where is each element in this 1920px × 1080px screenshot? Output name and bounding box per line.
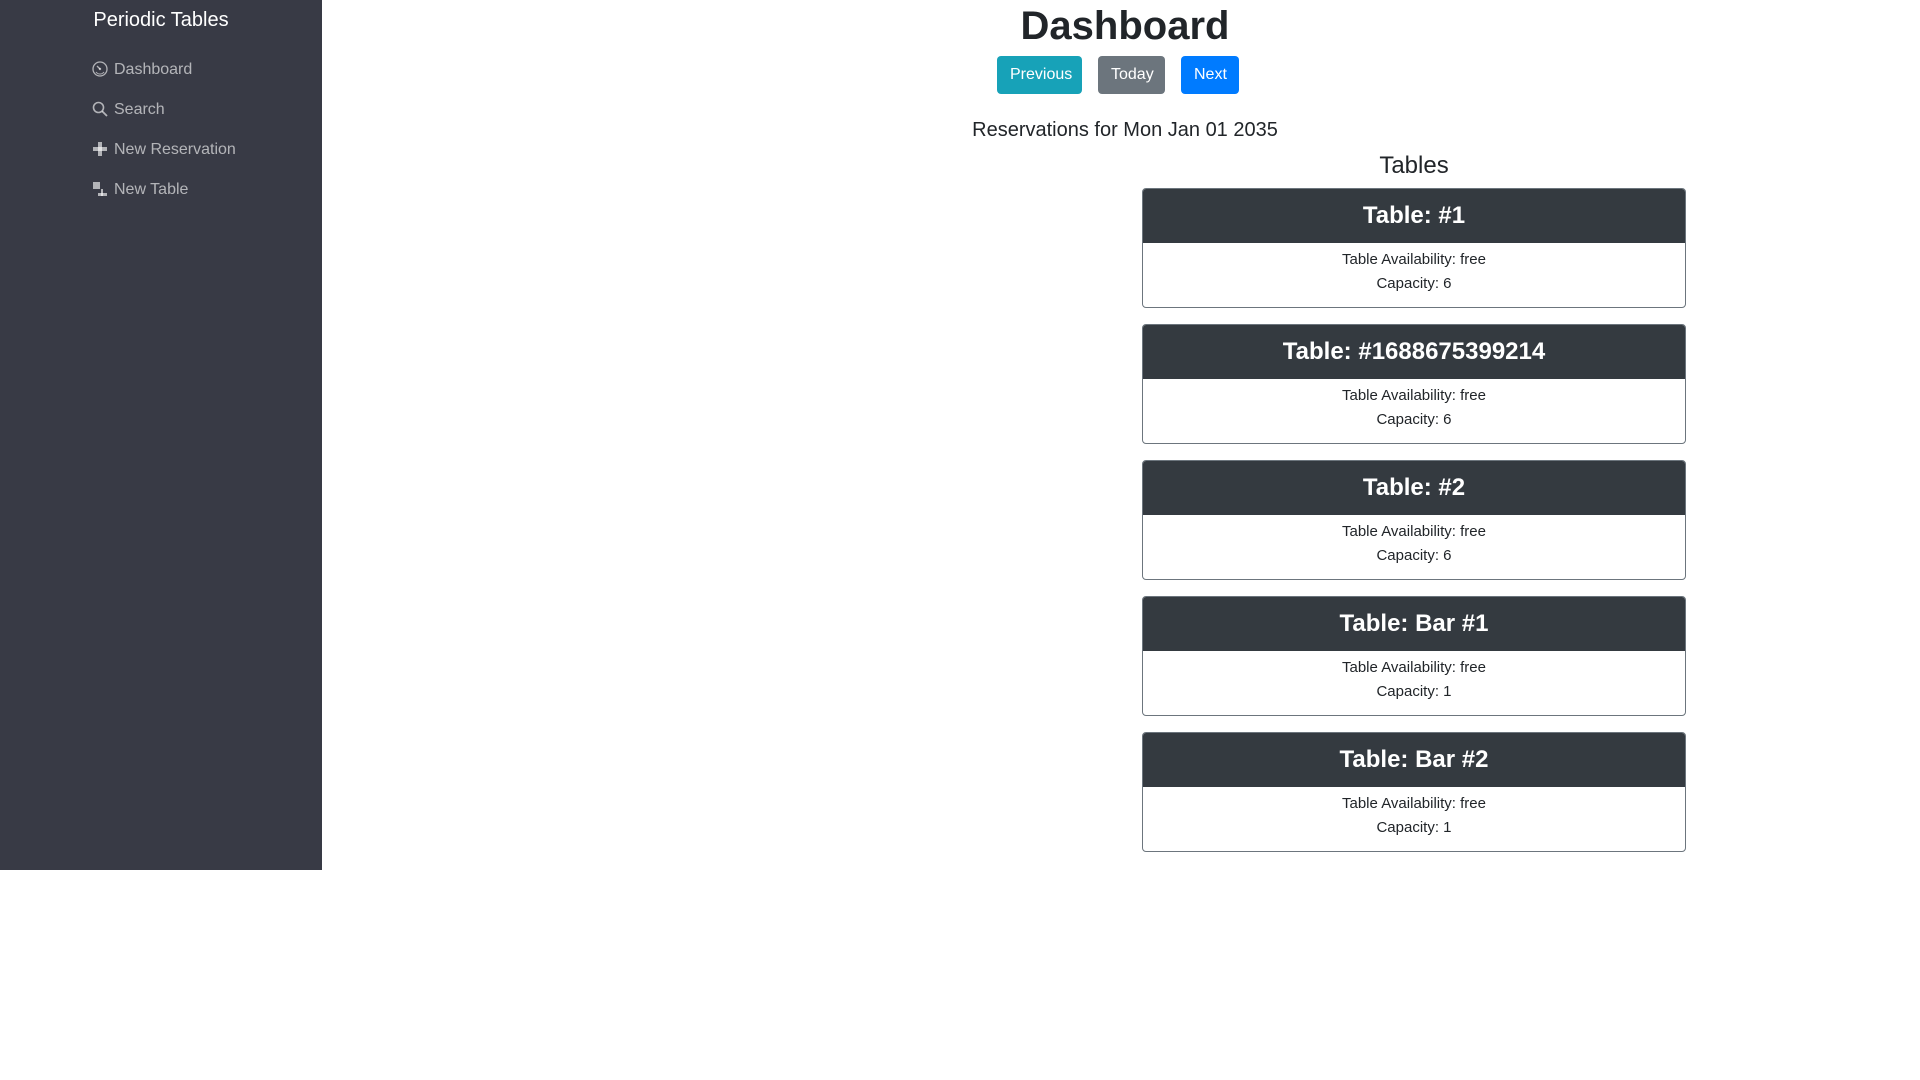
date-navigation: Previous Today Next [997,56,1255,94]
sidebar-item-dashboard[interactable]: Dashboard [92,50,236,90]
table-capacity: Capacity: 1 [1376,819,1452,836]
sidebar-nav: Dashboard Search New Reservation New Tab… [92,50,236,210]
page-title: Dashboard [1020,4,1230,48]
tables-list: Table: #1 Table Availability: free Capac… [1142,188,1686,868]
sidebar-item-label: New Reservation [114,141,236,158]
main-content: Dashboard Previous Today Next Reservatio… [322,0,1920,1080]
search-icon [92,101,110,119]
table-details: Table Availability: free Capacity: 1 [1143,651,1685,715]
sidebar: Periodic Tables Dashboard Search New Res… [0,0,322,870]
table-details: Table Availability: free Capacity: 1 [1143,787,1685,851]
table-details: Table Availability: free Capacity: 6 [1143,243,1685,307]
table-availability: Table Availability: free [1342,659,1486,676]
reservations-heading: Reservations for Mon Jan 01 2035 [972,119,1278,141]
table-card: Table: #1688675399214 Table Availability… [1142,324,1686,444]
table-availability: Table Availability: free [1342,795,1486,812]
dashboard-icon [92,61,110,79]
sidebar-item-label: New Table [114,181,189,198]
sidebar-item-label: Search [114,101,165,118]
sidebar-item-search[interactable]: Search [92,90,236,130]
table-details: Table Availability: free Capacity: 6 [1143,379,1685,443]
plus-icon [92,141,110,159]
table-name: Table: #1 [1143,189,1685,243]
table-name: Table: Bar #2 [1143,733,1685,787]
table-capacity: Capacity: 6 [1376,275,1452,292]
table-capacity: Capacity: 6 [1376,547,1452,564]
table-name: Table: #2 [1143,461,1685,515]
previous-button[interactable]: Previous [997,56,1082,94]
table-availability: Table Availability: free [1342,387,1486,404]
table-card: Table: Bar #2 Table Availability: free C… [1142,732,1686,852]
table-name: Table: Bar #1 [1143,597,1685,651]
tables-heading: Tables [1379,152,1449,179]
table-availability: Table Availability: free [1342,251,1486,268]
sidebar-item-new-table[interactable]: New Table [92,170,236,210]
table-details: Table Availability: free Capacity: 6 [1143,515,1685,579]
table-availability: Table Availability: free [1342,523,1486,540]
table-name: Table: #1688675399214 [1143,325,1685,379]
today-button[interactable]: Today [1098,56,1165,94]
table-capacity: Capacity: 6 [1376,411,1452,428]
brand-title[interactable]: Periodic Tables [0,9,322,32]
table-capacity: Capacity: 1 [1376,683,1452,700]
table-icon [92,181,110,199]
next-button[interactable]: Next [1181,56,1239,94]
table-card: Table: #2 Table Availability: free Capac… [1142,460,1686,580]
table-card: Table: #1 Table Availability: free Capac… [1142,188,1686,308]
sidebar-item-new-reservation[interactable]: New Reservation [92,130,236,170]
sidebar-item-label: Dashboard [114,61,193,78]
table-card: Table: Bar #1 Table Availability: free C… [1142,596,1686,716]
